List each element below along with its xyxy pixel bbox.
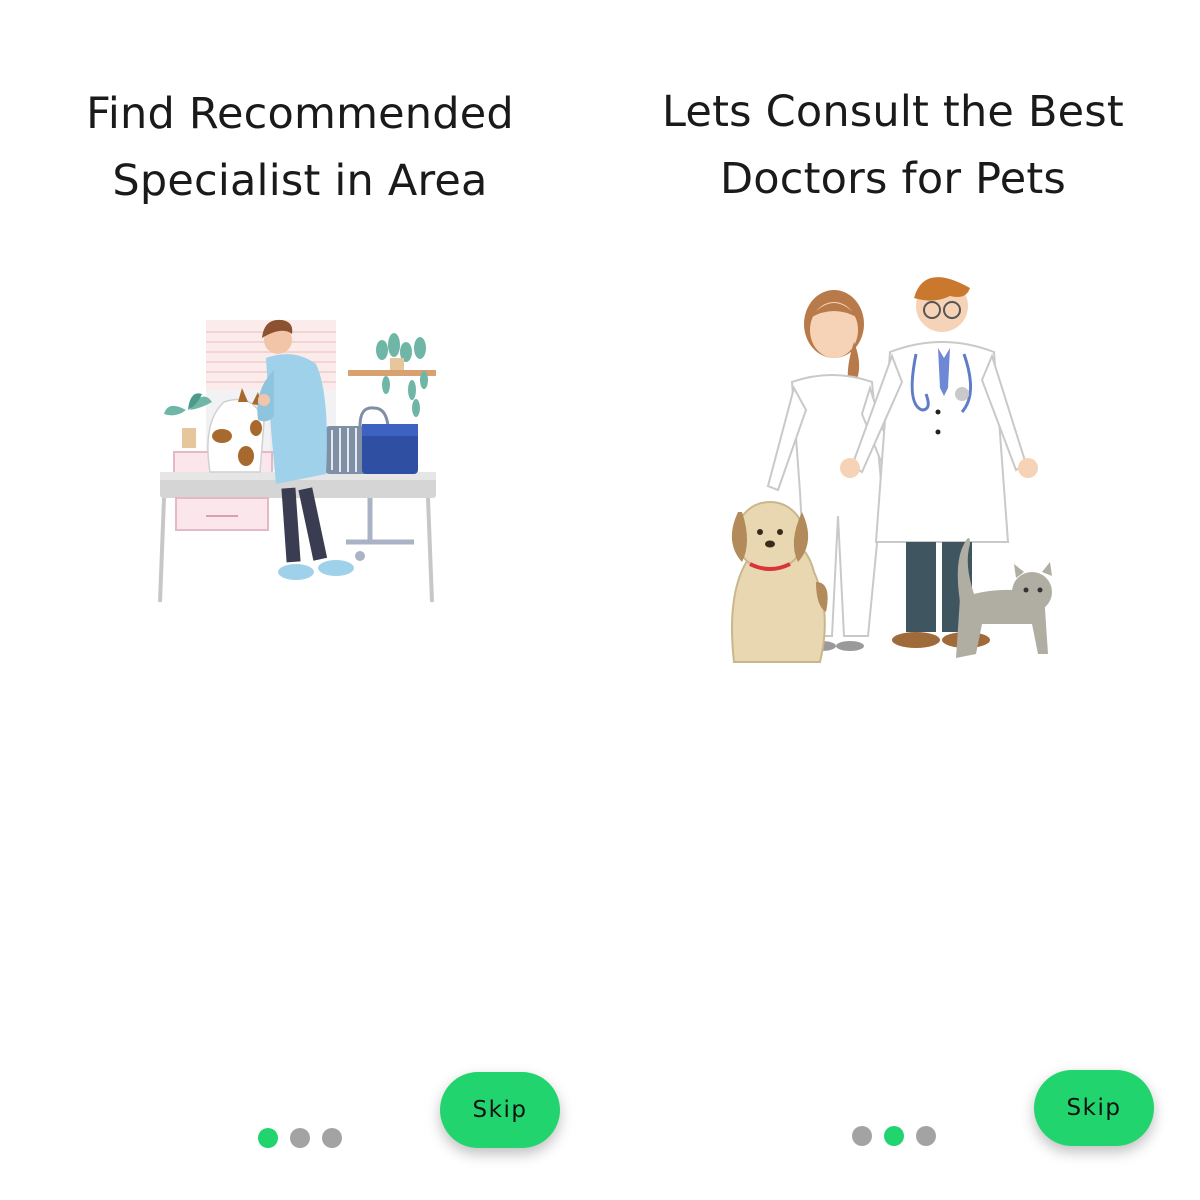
onboarding-screen-2: Lets Consult the Best Doctors for Pets S… (600, 0, 1200, 1200)
page-title: Find Recommended Specialist in Area (0, 81, 600, 215)
page-dot-3[interactable] (322, 1128, 342, 1148)
title-line-2: Specialist in Area (112, 155, 488, 206)
page-title: Lets Consult the Best Doctors for Pets (593, 79, 1193, 213)
title-line-2: Doctors for Pets (719, 153, 1067, 204)
onboarding-screen-1: Find Recommended Specialist in Area Skip (0, 0, 600, 1200)
doctors-with-dog-and-cat-illustration (731, 277, 1052, 663)
page-dot-1-active[interactable] (258, 1128, 278, 1148)
title-line-1: Find Recommended (86, 88, 514, 139)
vet-examining-dog-illustration (158, 319, 436, 603)
skip-button[interactable]: Skip (1034, 1070, 1154, 1146)
page-indicator (258, 1128, 342, 1148)
skip-button[interactable]: Skip (440, 1072, 560, 1148)
page-dot-2[interactable] (290, 1128, 310, 1148)
page-dot-3[interactable] (916, 1126, 936, 1146)
page-dot-2-active[interactable] (884, 1126, 904, 1146)
page-dot-1[interactable] (852, 1126, 872, 1146)
page-indicator (852, 1126, 936, 1146)
title-line-1: Lets Consult the Best (662, 86, 1124, 137)
